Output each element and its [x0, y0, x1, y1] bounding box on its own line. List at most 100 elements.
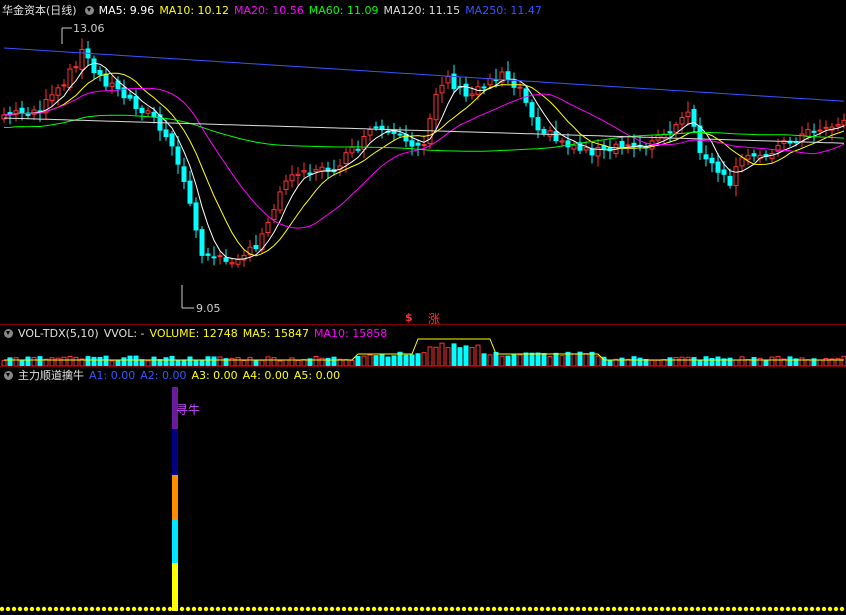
candle-body [469, 93, 475, 97]
baseline-dot [815, 606, 821, 612]
volume-bar [667, 357, 673, 367]
candle-body [487, 78, 493, 86]
candle-body [217, 255, 223, 258]
volume-bar [841, 355, 846, 367]
candle-body [139, 107, 145, 114]
volume-bar [469, 346, 475, 367]
candlestick-chart[interactable] [0, 0, 846, 325]
baseline-dot [149, 606, 155, 612]
volume-bar [361, 355, 367, 367]
volume-bar [619, 357, 625, 367]
candle-body [529, 102, 535, 118]
volume-bar [535, 352, 541, 367]
baseline-dot [317, 606, 323, 612]
ma-legend-item-1: MA10: 10.12 [159, 4, 230, 17]
baseline-dot [35, 606, 41, 612]
candle-body [343, 152, 349, 164]
baseline-dot [461, 606, 467, 612]
candle-body [319, 166, 325, 172]
baseline-dot [593, 606, 599, 612]
baseline-dot [119, 606, 125, 612]
volume-bar [553, 352, 559, 367]
candle-body [721, 169, 727, 175]
candle-body [751, 153, 757, 157]
dropdown-arrow-icon[interactable] [4, 370, 13, 380]
candle-body [355, 148, 361, 151]
baseline-dot [431, 606, 437, 612]
baseline-dot [257, 606, 263, 612]
volume-bar [25, 356, 31, 367]
volume-panel[interactable]: VOL-TDX(5,10) VVOL: - VOLUME: 12748 MA5: 15… [0, 325, 846, 367]
baseline-dot [605, 606, 611, 612]
baseline-dot [113, 606, 119, 612]
volume-bar [547, 356, 553, 367]
volume-bar [163, 357, 169, 367]
baseline-dot [755, 606, 761, 612]
baseline-dot [719, 606, 725, 612]
volume-bar [73, 356, 79, 367]
dropdown-arrow-icon[interactable] [4, 328, 13, 338]
ma-legend-item-2: MA20: 10.56 [234, 4, 304, 17]
baseline-dot [737, 606, 743, 612]
volume-bar [49, 357, 55, 367]
volume-bar [205, 356, 211, 367]
baseline-dot [419, 606, 425, 612]
indicator-chart[interactable] [0, 367, 846, 615]
baseline-dot [527, 606, 533, 612]
candle-body [169, 133, 175, 147]
baseline-dot [569, 606, 575, 612]
candle-body [685, 111, 691, 117]
baseline-dot [803, 606, 809, 612]
baseline-dot [479, 606, 485, 612]
main-chart-panel[interactable]: 华金资本(日线) MA5: 9.96 MA10: 10.12 MA20: 10.56 M… [0, 0, 846, 326]
high-price-label: 13.06 [73, 22, 105, 35]
volume-bar [637, 357, 643, 367]
volume-bar [703, 356, 709, 367]
candle-body [733, 166, 739, 187]
baseline-dot [827, 606, 833, 612]
baseline-dot [143, 606, 149, 612]
baseline-dot [305, 606, 311, 612]
baseline-dot [635, 606, 641, 612]
candle-body [523, 88, 529, 103]
candle-body [433, 93, 439, 121]
baseline-dot [329, 606, 335, 612]
volume-bar [373, 355, 379, 367]
volume-bar [457, 347, 463, 367]
ma-legend-item-0: MA5: 9.96 [98, 4, 155, 17]
volume-bar [451, 343, 457, 367]
baseline-dot [359, 606, 365, 612]
baseline-dot [95, 606, 101, 612]
volume-bar [511, 353, 517, 367]
candle-body [91, 58, 97, 74]
baseline-dot [197, 606, 203, 612]
baseline-dot [347, 606, 353, 612]
volume-bar [541, 353, 547, 367]
baseline-dot [497, 606, 503, 612]
volume-bar [463, 345, 469, 367]
candle-body [709, 157, 715, 164]
volume-bar [559, 355, 565, 367]
volume-panel-header: VOL-TDX(5,10) VVOL: - VOLUME: 12748 MA5: 15… [0, 326, 397, 342]
volume-bar [211, 356, 217, 367]
indicator-panel[interactable]: 主力顺道擒牛 A1: 0.00 A2: 0.00 A3: 0.00 A4: 0.00 A5… [0, 367, 846, 615]
baseline-dot [167, 606, 173, 612]
volume-bar [91, 356, 97, 367]
candle-body [397, 133, 403, 136]
baseline-dot [53, 606, 59, 612]
candle-body [67, 68, 73, 89]
volume-bar [37, 356, 43, 367]
baseline-dot [449, 606, 455, 612]
candle-body [271, 209, 277, 220]
baseline-dot [191, 606, 197, 612]
baseline-dot [599, 606, 605, 612]
baseline-dot [275, 606, 281, 612]
candle-body [97, 70, 103, 75]
volume-bar [133, 355, 139, 367]
volume-bar [481, 353, 487, 367]
volume-bar [571, 353, 577, 367]
dropdown-arrow-icon[interactable] [84, 5, 94, 15]
baseline-dot [41, 606, 47, 612]
volume-bar [367, 354, 373, 367]
baseline-dot [395, 606, 401, 612]
